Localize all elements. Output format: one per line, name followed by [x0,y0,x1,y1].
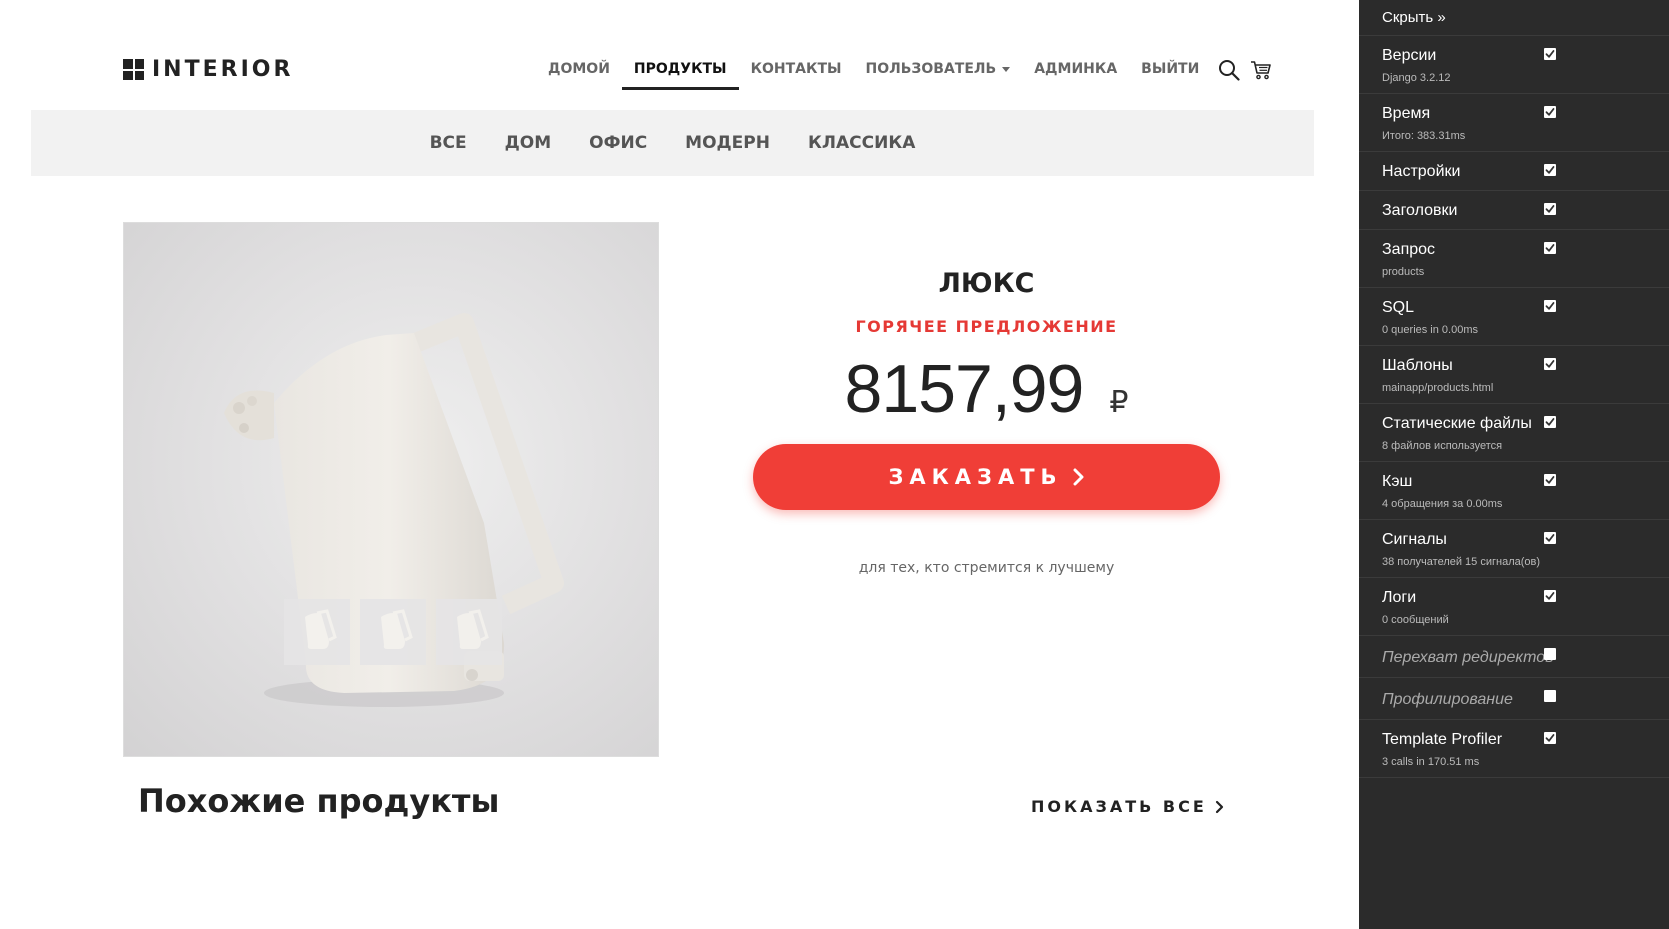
debug-panel-title: Сигналы [1382,531,1447,548]
debug-panel-title: Время [1382,105,1431,122]
checkbox-checked-icon[interactable] [1544,732,1556,744]
checkbox-checked-icon[interactable] [1544,242,1556,254]
debug-panel-3[interactable]: Заголовки [1359,191,1669,230]
category-classic[interactable]: КЛАССИКА [808,133,915,153]
jug-illustration [224,313,564,707]
checkbox-checked-icon[interactable] [1544,106,1556,118]
debug-panel-title: Заголовки [1382,202,1458,219]
debug-panel-subtitle: mainapp/products.html [1382,382,1494,394]
debug-panel-0[interactable]: Версии Django 3.2.12 [1359,36,1669,94]
checkbox-checked-icon[interactable] [1544,532,1556,544]
debug-panel-subtitle: 4 обращения за 0.00ms [1382,498,1503,510]
category-bar: ВСЕ ДОМ ОФИС МОДЕРН КЛАССИКА [31,110,1314,176]
debug-toolbar-hide-button[interactable]: Скрыть » [1359,0,1669,36]
debug-panel-title: Шаблоны [1382,357,1453,374]
cart-icon[interactable] [1249,58,1273,82]
debug-panel-title: Перехват редиректов [1382,649,1554,666]
checkbox-unchecked-icon[interactable] [1544,690,1556,702]
product-price: 8157,99 [844,351,1085,427]
debug-panel-title: SQL [1382,299,1415,316]
debug-toolbar: Скрыть » Версии Django 3.2.12 Время Итого: … [1359,0,1669,929]
debug-panel-7[interactable]: Статические файлы 8 файлов используется [1359,404,1669,462]
debug-panel-5[interactable]: SQL 0 queries in 0.00ms [1359,288,1669,346]
debug-panel-subtitle: 3 calls in 170.51 ms [1382,756,1480,768]
product-tagline: для тех, кто стремится к лучшему [858,560,1115,576]
brand-name: INTERIOR [152,57,294,82]
product-info: ЛЮКС ГОРЯЧЕЕ ПРЕДЛОЖЕНИЕ 8157,99 ₽ ЗАКАЗ… [753,262,1220,576]
debug-panel-title: Логи [1382,589,1417,606]
checkbox-checked-icon[interactable] [1544,416,1556,428]
nav-item-logout[interactable]: ВЫЙТИ [1129,52,1211,88]
thumbnail-strip [284,599,502,665]
debug-panel-13[interactable]: Template Profiler 3 calls in 170.51 ms [1359,720,1669,778]
debug-panel-title: Запрос [1382,241,1436,258]
debug-panel-title: Кэш [1382,473,1413,490]
debug-panel-6[interactable]: Шаблоны mainapp/products.html [1359,346,1669,404]
debug-panel-subtitle: 0 сообщений [1382,614,1449,626]
thumbnail-3[interactable] [436,599,502,665]
show-all-label: ПОКАЗАТЬ ВСЕ [1031,797,1207,816]
thumbnail-2[interactable] [360,599,426,665]
product-name: ЛЮКС [938,268,1035,299]
debug-panel-title: Версии [1382,47,1437,64]
debug-panel-subtitle: 38 получателей 15 сигнала(ов) [1382,556,1541,568]
nav-item-products[interactable]: ПРОДУКТЫ [621,52,739,90]
debug-panel-title: Настройки [1382,163,1461,180]
category-modern[interactable]: МОДЕРН [685,133,770,153]
debug-panel-11[interactable]: Перехват редиректов [1359,636,1669,678]
checkbox-checked-icon[interactable] [1544,203,1556,215]
caret-down-icon [1002,66,1011,72]
debug-panel-subtitle: Итого: 383.31ms [1382,130,1466,142]
hot-offer-badge: ГОРЯЧЕЕ ПРЕДЛОЖЕНИЕ [855,317,1118,336]
debug-panel-subtitle: products [1382,266,1425,278]
nav-item-contacts[interactable]: КОНТАКТЫ [739,52,854,88]
debug-panel-title: Профилирование [1382,691,1513,708]
currency-symbol: ₽ [1109,385,1129,420]
debug-panel-subtitle: Django 3.2.12 [1382,72,1451,84]
debug-toolbar-panel-list: Версии Django 3.2.12 Время Итого: 383.31ms Н… [1359,36,1669,778]
search-icon[interactable] [1217,58,1241,82]
debug-panel-12[interactable]: Профилирование [1359,678,1669,720]
debug-panel-2[interactable]: Настройки [1359,152,1669,191]
order-button-label: ЗАКАЗАТЬ [888,465,1063,489]
debug-panel-10[interactable]: Логи 0 сообщений [1359,578,1669,636]
checkbox-checked-icon[interactable] [1544,300,1556,312]
checkbox-unchecked-icon[interactable] [1544,648,1556,660]
debug-panel-4[interactable]: Запрос products [1359,230,1669,288]
show-all-link[interactable]: ПОКАЗАТЬ ВСЕ [1031,797,1224,816]
main-nav: ДОМОЙ ПРОДУКТЫ КОНТАКТЫ ПОЛЬЗОВАТЕЛЬ АДМ… [536,52,1273,90]
debug-panel-title: Статические файлы [1382,415,1532,432]
checkbox-checked-icon[interactable] [1544,590,1556,602]
debug-panel-1[interactable]: Время Итого: 383.31ms [1359,94,1669,152]
debug-panel-subtitle: 0 queries in 0.00ms [1382,324,1478,336]
debug-panel-9[interactable]: Сигналы 38 получателей 15 сигнала(ов) [1359,520,1669,578]
brand-logo[interactable]: INTERIOR [123,57,293,82]
order-button[interactable]: ЗАКАЗАТЬ [753,444,1220,510]
nav-item-home[interactable]: ДОМОЙ [536,52,622,88]
checkbox-checked-icon[interactable] [1544,164,1556,176]
related-products-title: Похожие продукты [138,782,500,820]
product-image [123,222,659,757]
price-row: 8157,99 ₽ [753,350,1220,428]
chevron-right-icon [1215,800,1224,814]
chevron-right-icon [1073,468,1085,486]
category-office[interactable]: ОФИС [589,133,647,153]
debug-panel-subtitle: 8 файлов используется [1382,440,1503,452]
nav-item-user-dropdown[interactable]: ПОЛЬЗОВАТЕЛЬ [854,52,1023,88]
thumbnail-1[interactable] [284,599,350,665]
category-home[interactable]: ДОМ [505,133,552,153]
checkbox-checked-icon[interactable] [1544,48,1556,60]
checkbox-checked-icon[interactable] [1544,474,1556,486]
debug-panel-title: Template Profiler [1382,731,1503,748]
grid-logo-icon [123,59,144,80]
nav-item-user-label: ПОЛЬЗОВАТЕЛЬ [865,61,997,77]
debug-panel-8[interactable]: Кэш 4 обращения за 0.00ms [1359,462,1669,520]
checkbox-checked-icon[interactable] [1544,358,1556,370]
nav-item-admin[interactable]: АДМИНКА [1022,52,1129,88]
category-all[interactable]: ВСЕ [430,133,467,153]
